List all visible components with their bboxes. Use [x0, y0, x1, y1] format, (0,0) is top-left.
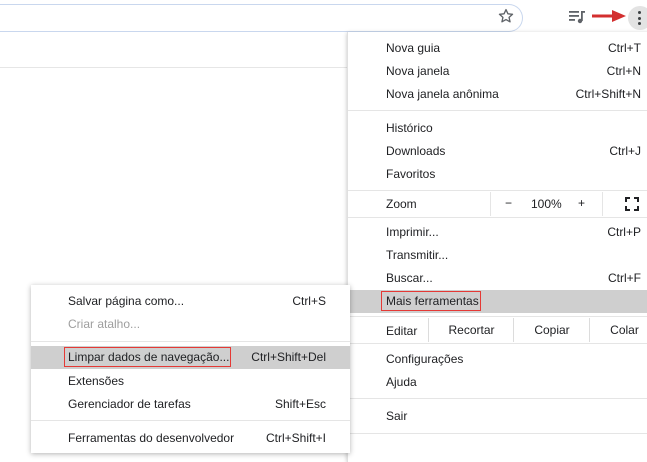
- menu-separator: [348, 398, 647, 399]
- paste-button[interactable]: Colar: [589, 318, 647, 342]
- fullscreen-icon: [625, 197, 639, 211]
- menu-item-incognito-window[interactable]: Nova janela anônima Ctrl+Shift+N: [348, 83, 647, 106]
- menu-separator: [348, 110, 647, 111]
- menu-item-find[interactable]: Buscar... Ctrl+F: [348, 267, 647, 290]
- address-bar[interactable]: [0, 4, 523, 32]
- menu-item-cast[interactable]: Transmitir...: [348, 244, 647, 267]
- highlight-box: [381, 291, 481, 311]
- submenu-item-create-shortcut: Criar atalho...: [68, 317, 141, 331]
- highlight-box: [64, 347, 231, 367]
- menu-item-more-tools[interactable]: Mais ferramentas: [348, 290, 647, 313]
- fullscreen-button[interactable]: [602, 192, 647, 216]
- submenu-item-extensions[interactable]: Extensões: [31, 370, 350, 393]
- cut-button[interactable]: Recortar: [428, 318, 514, 342]
- menu-item-print[interactable]: Imprimir... Ctrl+P: [348, 221, 647, 244]
- kebab-menu-icon[interactable]: [628, 6, 647, 30]
- menu-item-new-tab[interactable]: Nova guia Ctrl+T: [348, 37, 647, 60]
- more-tools-submenu: Salvar página como... Ctrl+S Criar atalh…: [31, 285, 350, 453]
- menu-separator: [348, 190, 647, 191]
- menu-item-downloads[interactable]: Downloads Ctrl+J: [348, 140, 647, 163]
- submenu-item-clear-browsing-data[interactable]: Limpar dados de navegação... Ctrl+Shift+…: [31, 346, 350, 369]
- menu-item-new-window[interactable]: Nova janela Ctrl+N: [348, 60, 647, 83]
- zoom-label: Zoom: [386, 197, 417, 211]
- menu-separator: [348, 316, 647, 317]
- zoom-in-button[interactable]: +: [572, 192, 602, 216]
- menu-separator: [348, 343, 647, 344]
- browser-toolbar: [0, 0, 647, 36]
- edit-label: Editar: [386, 324, 418, 338]
- edit-row: Editar Recortar Copiar Colar: [348, 318, 647, 342]
- menu-separator: [348, 433, 647, 434]
- submenu-item-developer-tools[interactable]: Ferramentas do desenvolvedor Ctrl+Shift+…: [31, 427, 350, 450]
- submenu-separator: [31, 420, 350, 421]
- menu-item-exit[interactable]: Sair: [348, 405, 647, 428]
- star-icon[interactable]: [497, 7, 515, 25]
- media-control-icon[interactable]: [568, 9, 586, 25]
- chrome-main-menu: Nova guia Ctrl+T Nova janela Ctrl+N Nova…: [347, 32, 647, 462]
- page-divider: [0, 67, 347, 68]
- submenu-item-save-page[interactable]: Salvar página como... Ctrl+S: [31, 290, 350, 313]
- zoom-level: 100%: [531, 197, 562, 211]
- menu-item-bookmarks[interactable]: Favoritos: [348, 163, 647, 186]
- submenu-separator: [31, 341, 350, 342]
- zoom-out-button[interactable]: −: [490, 192, 527, 216]
- menu-item-help[interactable]: Ajuda: [348, 371, 647, 394]
- red-arrow-icon: [592, 10, 626, 22]
- submenu-item-task-manager[interactable]: Gerenciador de tarefas Shift+Esc: [31, 393, 350, 416]
- copy-button[interactable]: Copiar: [513, 318, 590, 342]
- menu-item-settings[interactable]: Configurações: [348, 348, 647, 371]
- menu-separator: [348, 217, 647, 218]
- menu-item-history[interactable]: Histórico: [348, 117, 647, 140]
- zoom-row: Zoom − 100% +: [348, 192, 647, 216]
